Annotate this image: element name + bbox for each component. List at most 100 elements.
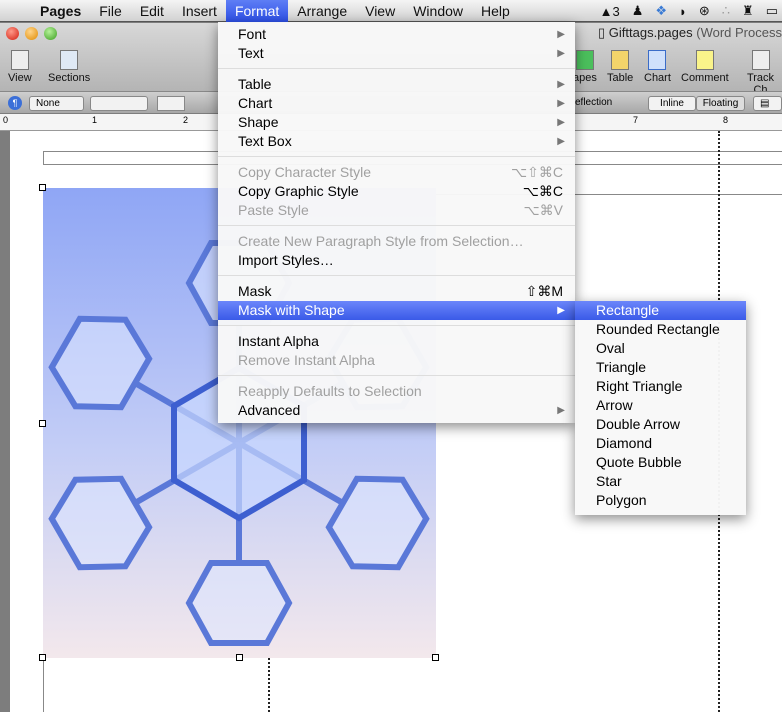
stamp-icon[interactable]: ♟ <box>632 3 644 19</box>
menu-item-text-box[interactable]: Text Box ▶ <box>218 132 575 151</box>
ruler-number: 2 <box>183 115 189 125</box>
menu-item-mask-with-shape[interactable]: Mask with Shape ▶ <box>218 301 575 320</box>
minimize-button[interactable] <box>25 27 38 40</box>
submenu-arrow-icon: ▶ <box>557 405 565 416</box>
menu-pages[interactable]: Pages <box>18 0 90 22</box>
castle-icon[interactable]: ♜ <box>742 3 754 19</box>
submenu-arrow-icon: ▶ <box>557 98 565 109</box>
menu-item-label: Advanced <box>238 402 301 418</box>
adobe-icon[interactable]: ▲3 <box>600 4 620 19</box>
menu-item-instant-alpha[interactable]: Instant Alpha <box>218 332 575 351</box>
comment-button[interactable]: Comment <box>681 50 729 84</box>
submenu-item-oval[interactable]: Oval <box>575 339 746 358</box>
wrap-select[interactable]: ▤ <box>753 96 782 111</box>
menu-format[interactable]: Format <box>225 0 289 22</box>
submenu-item-right-triangle[interactable]: Right Triangle <box>575 377 746 396</box>
submenu-item-arrow[interactable]: Arrow <box>575 396 746 415</box>
submenu-item-star[interactable]: Star <box>575 472 746 491</box>
menu-file[interactable]: File <box>90 0 131 22</box>
resize-handle[interactable] <box>39 184 46 191</box>
menu-item-paste-style: Paste Style ⌥⌘V <box>218 201 575 220</box>
chart-button[interactable]: Chart <box>644 50 671 84</box>
ruler-number: 8 <box>723 115 729 125</box>
menu-item-reapply-defaults-to-selection: Reapply Defaults to Selection <box>218 382 575 401</box>
comment-label: Comment <box>681 72 729 84</box>
menu-item-copy-character-style: Copy Character Style ⌥⇧⌘C <box>218 163 575 182</box>
resize-handle[interactable] <box>39 654 46 661</box>
paragraph-icon[interactable]: ¶ <box>8 96 22 110</box>
submenu-item-diamond[interactable]: Diamond <box>575 434 746 453</box>
dropbox-icon[interactable]: ❖ <box>655 3 667 19</box>
margin-line <box>43 658 44 712</box>
close-button[interactable] <box>6 27 19 40</box>
adobe-count: 3 <box>612 3 620 19</box>
shapes-button[interactable]: apes <box>573 50 597 84</box>
submenu-arrow-icon: ▶ <box>557 136 565 147</box>
menu-item-chart[interactable]: Chart ▶ <box>218 94 575 113</box>
menu-separator <box>218 320 575 332</box>
zoom-button[interactable] <box>44 27 57 40</box>
mask-with-shape-submenu: Rectangle Rounded Rectangle Oval Triangle Ri… <box>575 301 746 515</box>
track-changes-button[interactable]: Track Ch <box>739 50 782 96</box>
table-button[interactable]: Table <box>607 50 633 84</box>
chart-icon <box>648 50 667 70</box>
submenu-item-rectangle[interactable]: Rectangle <box>575 301 746 320</box>
shortcut: ⌥⌘C <box>522 183 563 199</box>
menu-item-advanced[interactable]: Advanced ▶ <box>218 401 575 420</box>
style-select[interactable]: None <box>29 96 84 111</box>
shortcut: ⌥⇧⌘C <box>511 164 563 180</box>
ruler-number: 1 <box>92 115 98 125</box>
menu-item-label: Mask with Shape <box>238 302 345 318</box>
sections-button[interactable]: Sections <box>48 50 90 84</box>
menu-item-label: Table <box>238 76 272 92</box>
submenu-item-triangle[interactable]: Triangle <box>575 358 746 377</box>
inline-button[interactable]: Inline <box>648 96 696 111</box>
menu-window[interactable]: Window <box>404 0 472 22</box>
menu-item-mask[interactable]: Mask ⇧⌘M <box>218 282 575 301</box>
menu-item-label: Paste Style <box>238 202 309 218</box>
timemachine-icon[interactable]: ⊛ <box>699 3 710 19</box>
resize-handle[interactable] <box>236 654 243 661</box>
font-select[interactable] <box>90 96 148 111</box>
chart-label: Chart <box>644 72 671 84</box>
menu-item-text[interactable]: Text ▶ <box>218 44 575 63</box>
apple-menu[interactable] <box>0 0 18 22</box>
wifi-icon[interactable]: ∴ <box>722 3 730 19</box>
menu-item-label: Mask <box>238 283 272 299</box>
shortcut: ⇧⌘M <box>525 283 563 299</box>
floating-button[interactable]: Floating <box>696 96 745 111</box>
battery-icon[interactable]: ▭ <box>766 3 778 19</box>
resize-handle[interactable] <box>432 654 439 661</box>
menu-edit[interactable]: Edit <box>131 0 173 22</box>
submenu-arrow-icon: ▶ <box>557 79 565 90</box>
submenu-item-polygon[interactable]: Polygon <box>575 491 746 510</box>
menu-view[interactable]: View <box>356 0 404 22</box>
track-changes-icon <box>751 50 770 70</box>
menu-item-font[interactable]: Font ▶ <box>218 25 575 44</box>
d-icon[interactable]: ◗ <box>679 4 687 19</box>
color-well[interactable] <box>157 96 185 111</box>
menu-arrange[interactable]: Arrange <box>288 0 356 22</box>
menu-separator <box>218 151 575 163</box>
menu-item-label: Font <box>238 26 267 42</box>
title-subtitle: (Word Process <box>696 25 782 40</box>
menu-item-shape[interactable]: Shape ▶ <box>218 113 575 132</box>
submenu-item-quote-bubble[interactable]: Quote Bubble <box>575 453 746 472</box>
menu-separator <box>218 63 575 75</box>
reflection-label[interactable]: eflection <box>575 97 612 108</box>
menu-item-label: Instant Alpha <box>238 333 319 349</box>
shortcut: ⌥⌘V <box>523 202 563 218</box>
sections-icon <box>60 50 79 70</box>
menu-item-copy-graphic-style[interactable]: Copy Graphic Style ⌥⌘C <box>218 182 575 201</box>
window-title: ▯ Gifttags.pages (Word Process <box>598 25 782 41</box>
menu-insert[interactable]: Insert <box>173 0 226 22</box>
submenu-item-double-arrow[interactable]: Double Arrow <box>575 415 746 434</box>
view-label: View <box>8 72 32 84</box>
ruler-number: 7 <box>633 115 639 125</box>
menu-help[interactable]: Help <box>472 0 519 22</box>
resize-handle[interactable] <box>39 420 46 427</box>
submenu-item-rounded-rectangle[interactable]: Rounded Rectangle <box>575 320 746 339</box>
menu-item-table[interactable]: Table ▶ <box>218 75 575 94</box>
menu-item-import-styles[interactable]: Import Styles… <box>218 251 575 270</box>
view-button[interactable]: View <box>8 50 32 84</box>
